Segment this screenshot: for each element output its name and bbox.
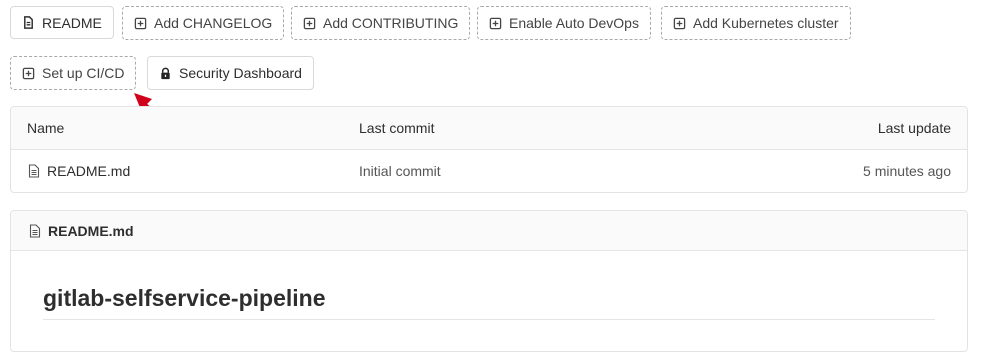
file-tree-table: Name Last commit Last update README.md I… <box>10 106 968 193</box>
file-name-cell[interactable]: README.md <box>27 150 130 192</box>
plus-square-icon <box>22 67 35 80</box>
readme-button-label: README <box>42 14 102 31</box>
add-changelog-label: Add CHANGELOG <box>154 15 273 31</box>
plus-square-icon <box>489 17 502 30</box>
set-up-cicd-button[interactable]: Set up CI/CD <box>10 56 137 90</box>
file-table-header: Name Last commit Last update <box>11 107 967 150</box>
plus-square-icon <box>673 17 686 30</box>
column-header-name: Name <box>27 120 65 136</box>
file-name-link[interactable]: README.md <box>47 163 130 179</box>
column-header-last-commit: Last commit <box>359 120 435 136</box>
plus-square-icon <box>303 17 316 30</box>
readme-heading: gitlab-selfservice-pipeline <box>43 285 326 311</box>
security-dashboard-label: Security Dashboard <box>179 65 302 81</box>
table-row[interactable]: README.md Initial commit 5 minutes ago <box>11 150 967 192</box>
file-text-icon <box>28 223 42 238</box>
add-contributing-button[interactable]: Add CONTRIBUTING <box>291 6 471 40</box>
set-up-cicd-label: Set up CI/CD <box>42 65 125 81</box>
heading-divider <box>43 319 935 320</box>
plus-square-icon <box>134 17 147 30</box>
last-commit-link[interactable]: Initial commit <box>359 150 441 192</box>
add-contributing-label: Add CONTRIBUTING <box>323 15 459 31</box>
readme-panel: README.md gitlab-selfservice-pipeline <box>10 210 968 352</box>
file-text-icon <box>27 164 41 178</box>
security-dashboard-button[interactable]: Security Dashboard <box>147 56 314 90</box>
column-header-last-update: Last update <box>877 120 951 136</box>
add-kubernetes-cluster-label: Add Kubernetes cluster <box>693 15 839 31</box>
last-update-time: 5 minutes ago <box>863 163 951 179</box>
enable-auto-devops-label: Enable Auto DevOps <box>509 15 639 31</box>
readme-file-name: README.md <box>48 222 134 239</box>
readme-button[interactable]: README <box>10 6 114 39</box>
repository-overview: README Add CHANGELOG Add CONTRIBUTING En… <box>0 0 981 364</box>
lock-icon <box>159 67 172 80</box>
file-text-icon <box>22 16 35 29</box>
add-kubernetes-cluster-button[interactable]: Add Kubernetes cluster <box>661 6 851 40</box>
add-changelog-button[interactable]: Add CHANGELOG <box>122 6 285 40</box>
readme-panel-header: README.md <box>11 211 967 251</box>
enable-auto-devops-button[interactable]: Enable Auto DevOps <box>477 6 651 40</box>
